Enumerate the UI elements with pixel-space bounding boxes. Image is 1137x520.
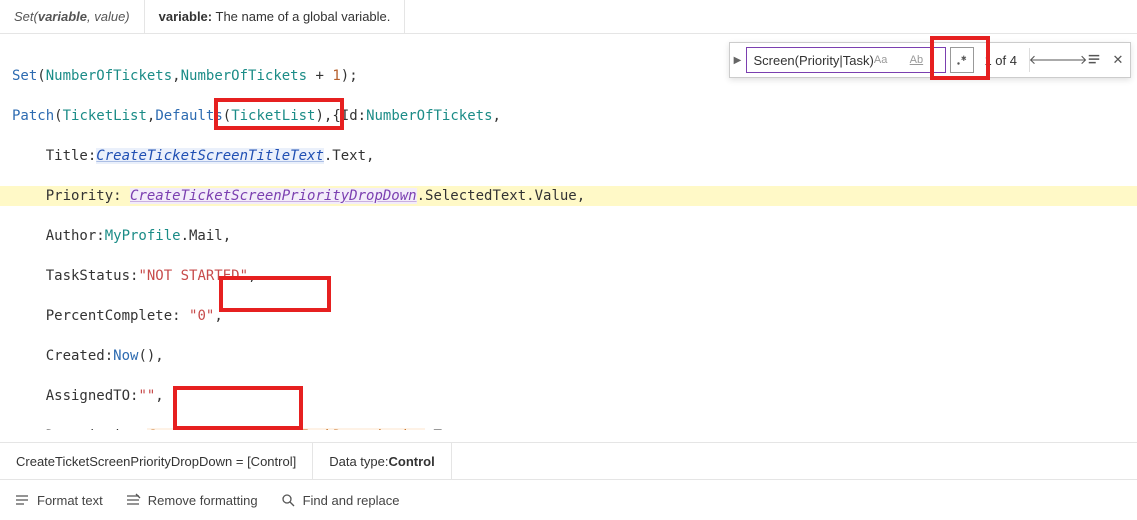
selection-icon [1087, 53, 1101, 67]
find-replace-bar: ▶ Screen(Priority|Task) Aa Ab 1 of 4 🡐 🡒… [729, 42, 1131, 78]
match-case-icon[interactable]: Aa [874, 54, 904, 66]
find-input[interactable]: Screen(Priority|Task) Aa Ab [746, 47, 946, 73]
find-in-selection-button[interactable] [1082, 47, 1106, 73]
next-match-button[interactable]: 🡒 [1058, 47, 1082, 73]
param-desc: The name of a global variable. [212, 9, 390, 24]
remove-formatting-button[interactable]: Remove formatting [125, 492, 258, 508]
signature-desc-cell: variable: The name of a global variable. [145, 0, 406, 33]
whole-word-icon[interactable]: Ab [910, 54, 940, 66]
signature-cell: Set(variable, value) [0, 0, 145, 33]
signature-bar: Set(variable, value) variable: The name … [0, 0, 1137, 34]
sig-suffix: , value) [87, 9, 130, 24]
search-icon [280, 492, 296, 508]
bottom-toolbar: Format text Remove formatting Find and r… [0, 480, 1137, 520]
format-icon [14, 492, 30, 508]
format-text-button[interactable]: Format text [14, 492, 103, 508]
find-count: 1 of 4 [976, 53, 1025, 68]
sig-param: variable [38, 9, 87, 24]
expand-replace-toggle[interactable]: ▶ [730, 55, 744, 66]
regex-icon [955, 53, 969, 67]
find-query-text: Screen(Priority|Task) [753, 53, 873, 68]
status-left: CreateTicketScreenPriorityDropDown = [Co… [0, 443, 313, 479]
code-editor[interactable]: Set(NumberOfTickets,NumberOfTickets + 1)… [0, 34, 1137, 430]
remove-format-icon [125, 492, 141, 508]
close-find-button[interactable]: ✕ [1106, 47, 1130, 73]
status-bar: CreateTicketScreenPriorityDropDown = [Co… [0, 442, 1137, 480]
sig-prefix: Set( [14, 9, 38, 24]
status-type: Data type: Control [313, 443, 451, 479]
param-name: variable: [159, 9, 212, 24]
find-replace-button[interactable]: Find and replace [280, 492, 400, 508]
regex-toggle[interactable] [950, 47, 974, 73]
